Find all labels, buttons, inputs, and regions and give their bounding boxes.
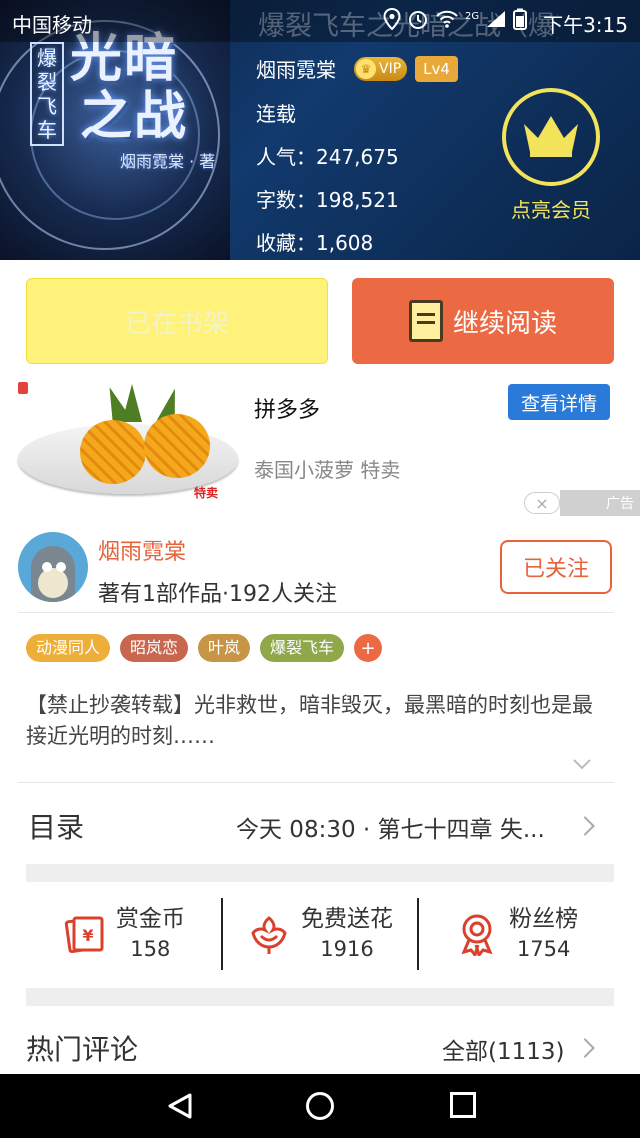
status-icons: 2G: [383, 7, 528, 35]
tag-item[interactable]: 昭岚恋: [120, 634, 189, 662]
tag-list: 动漫同人 昭岚恋 叶岚 爆裂飞车 +: [26, 634, 383, 662]
stat-value: 1754: [516, 937, 571, 961]
cover-vertical-tag: 爆裂飞车: [30, 42, 64, 146]
fans-ranking-stat[interactable]: 粉丝榜 1754: [417, 898, 614, 970]
follow-button[interactable]: 已关注: [500, 540, 612, 594]
stat-label: 赏金币: [115, 906, 185, 932]
word-count: 字数：198,521: [256, 188, 399, 212]
vip-badge: ♛ VIP: [354, 56, 408, 81]
signal-icon: [485, 9, 507, 34]
book-header: 爆裂飞车 光暗 之战 烟雨霓棠 · 著 爆裂飞车之光暗之战（爆) 中国移动 2G…: [0, 0, 640, 260]
back-icon[interactable]: [166, 1092, 194, 1120]
stat-label: 粉丝榜: [509, 906, 579, 932]
cover-title: 光暗 之战: [70, 30, 188, 146]
book-author-row: 烟雨霓棠 ♛ VIP Lv4: [256, 54, 458, 83]
book-author-name[interactable]: 烟雨霓棠: [256, 54, 336, 83]
stats-row: ¥ 赏金币 158 免费送花 1916 粉丝榜 1754: [26, 898, 614, 970]
totoro-eye: [42, 562, 52, 572]
medal-ribbon-icon: [461, 914, 493, 956]
ad-close-button[interactable]: ×: [524, 492, 560, 514]
free-flowers-stat[interactable]: 免费送花 1916: [220, 898, 418, 970]
battery-icon: [513, 8, 528, 35]
location-icon: [383, 7, 401, 35]
vip-badge-label: VIP: [379, 60, 402, 77]
ad-details-button[interactable]: 查看详情: [508, 384, 610, 420]
ad-label: 广告: [560, 490, 640, 516]
leaf-shape: [122, 384, 142, 422]
chevron-right-icon[interactable]: [575, 1038, 595, 1058]
section-separator: [26, 864, 614, 882]
pineapple-ad-image[interactable]: 特卖: [18, 383, 238, 500]
latest-chapter: 今天 08:30 · 第七十四章 失...: [236, 817, 545, 843]
clock: 下午3:15: [543, 13, 628, 37]
tag-item[interactable]: 爆裂飞车: [260, 634, 345, 662]
stat-value: 158: [130, 937, 171, 961]
section-separator: [26, 988, 614, 1006]
ad-image-tag: 特卖: [194, 486, 219, 500]
table-of-contents-row[interactable]: 目录 今天 08:30 · 第七十四章 失...: [0, 800, 640, 852]
crown-icon: ♛: [356, 58, 376, 79]
continue-reading-button[interactable]: 继续阅读: [352, 278, 614, 364]
ad-banner[interactable]: 特卖 拼多多 泰国小菠萝 特卖 查看详情 × 广告: [0, 382, 640, 520]
pineapple-shape: [80, 420, 146, 484]
popularity-count: 人气：247,675: [256, 145, 399, 169]
continue-reading-label: 继续阅读: [452, 308, 557, 339]
crown-icon: [520, 112, 582, 162]
cover-author-credit: 烟雨霓棠 · 著: [120, 152, 216, 171]
svg-text:¥: ¥: [82, 926, 93, 945]
stat-label: 免费送花: [301, 906, 393, 932]
author-meta: 著有1部作品·192人关注: [98, 582, 337, 607]
in-bookshelf-button[interactable]: 已在书架: [26, 278, 328, 364]
red-envelope-yuan-icon: ¥: [64, 916, 104, 954]
book-status: 连载: [256, 102, 296, 126]
favorites-count: 收藏：1,608: [256, 231, 374, 255]
all-comments-link[interactable]: 全部(1113): [442, 1032, 564, 1066]
wifi-icon: [435, 9, 459, 34]
chevron-right-icon: [575, 816, 595, 836]
author-name[interactable]: 烟雨霓棠: [98, 534, 186, 566]
author-avatar[interactable]: [18, 532, 88, 602]
stat-value: 1916: [320, 937, 374, 961]
level-badge: Lv4: [415, 55, 458, 82]
flower-icon: [251, 916, 287, 954]
book-detail-page: 爆裂飞车 光暗 之战 烟雨霓棠 · 著 爆裂飞车之光暗之战（爆) 中国移动 2G…: [0, 0, 640, 1138]
pineapple-shape: [144, 414, 210, 478]
divider: [18, 612, 614, 613]
toc-title: 目录: [28, 811, 85, 844]
book-icon: [408, 300, 443, 342]
ad-description[interactable]: 泰国小菠萝 特卖: [254, 454, 400, 483]
book-synopsis[interactable]: 【禁止抄袭转载】光非救世，暗非毁灭，最黑暗的时刻也是最接近光明的时刻……: [26, 690, 606, 752]
totoro-eye: [56, 562, 66, 572]
chevron-down-icon[interactable]: [572, 754, 592, 774]
vip-membership-button[interactable]: [502, 88, 600, 186]
ad-source-icon: [18, 382, 28, 394]
system-navigation-bar: [0, 1074, 640, 1138]
totoro-belly: [38, 568, 68, 598]
vip-cta-label[interactable]: 点亮会员: [490, 194, 612, 223]
tag-item[interactable]: 动漫同人: [26, 634, 111, 662]
recent-apps-icon[interactable]: [450, 1092, 476, 1118]
tag-item[interactable]: 叶岚: [198, 634, 251, 662]
alarm-icon: [407, 8, 429, 35]
add-tag-button[interactable]: +: [354, 634, 383, 662]
reward-coins-stat[interactable]: ¥ 赏金币 158: [26, 898, 221, 970]
status-bar: 爆裂飞车之光暗之战（爆) 中国移动 2G 下午3:15: [0, 0, 640, 42]
network-type-label: 2G: [465, 10, 480, 22]
hot-comments-title: 热门评论: [26, 1033, 139, 1066]
ad-title[interactable]: 拼多多: [254, 392, 320, 424]
divider: [18, 782, 614, 783]
carrier-name: 中国移动: [12, 13, 92, 37]
cover-title-line: 之战: [80, 87, 189, 147]
home-icon[interactable]: [306, 1092, 334, 1120]
